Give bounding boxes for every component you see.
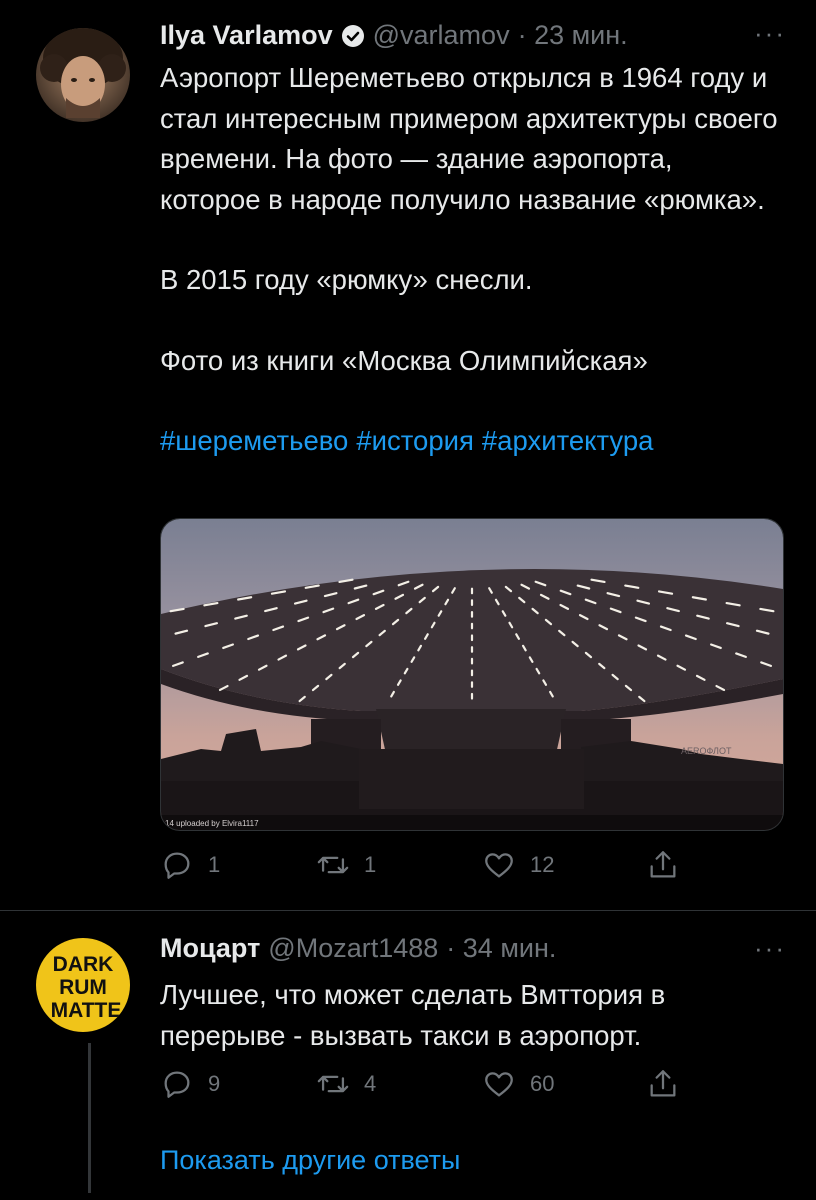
more-options-icon[interactable]: ··· [754,18,786,49]
hashtags: #шереметьево #история #архитектура [160,421,780,462]
retweet-icon [317,1075,349,1093]
retweet-button[interactable]: 4 [316,1067,376,1101]
reply-icon [164,852,190,879]
author-name[interactable]: Моцарт [160,933,260,964]
tweet-time[interactable]: · 23 мин. [518,20,628,51]
tweet-photo[interactable]: AEROФЛОТ 14 uploaded by Elvira1117 [160,518,784,831]
retweet-count: 4 [364,1071,377,1096]
like-button[interactable]: 12 [482,848,554,882]
retweet-button[interactable]: 1 [316,848,376,882]
retweet-count: 1 [364,852,377,877]
avatar-text-line: MATTE [51,999,122,1022]
share-icon [650,1070,676,1097]
author-handle[interactable]: @varlamov [373,20,510,51]
avatar-text-line: DARK [53,953,114,976]
more-options-icon[interactable]: ··· [754,933,786,964]
verified-icon [341,24,365,48]
share-button[interactable] [646,1067,694,1101]
tweet-time[interactable]: · 34 мин. [446,933,556,964]
avatar-mozart[interactable]: DARK RUM MATTE [36,938,130,1032]
hashtag-link[interactable]: #шереметьево [160,425,348,456]
tweet-paragraph: Фото из книги «Москва Олимпийская» [160,344,648,376]
reply-button[interactable]: 1 [160,848,220,882]
tweet-text: Аэропорт Шереметьево открылся в 1964 год… [160,58,780,462]
tweet-paragraph: В 2015 году «рюмку» снесли. [160,264,533,295]
like-icon [485,1072,513,1097]
author-name[interactable]: Ilya Varlamov [160,20,333,51]
hashtag-link[interactable]: #история [356,425,474,456]
tweet-actions: 1 1 12 [160,848,680,888]
tweet-paragraph: Аэропорт Шереметьево открылся в 1964 год… [160,62,778,215]
reply-button[interactable]: 9 [160,1067,220,1101]
like-count: 12 [530,852,555,877]
share-icon [650,851,676,878]
tweet-paragraph: Лучшее, что может сделать Вмттория в пер… [160,979,666,1051]
photo-watermark: 14 uploaded by Elvira1117 [165,819,259,828]
main-tweet[interactable]: Ilya Varlamov @varlamov · 23 мин. ··· Аэ… [0,0,816,905]
reply-text: Лучшее, что может сделать Вмттория в пер… [160,975,780,1056]
avatar-text-line: RUM [59,976,107,999]
reply-count: 9 [208,1071,221,1096]
thread-line [88,1043,91,1193]
reply-count: 1 [208,852,221,877]
hashtag-link[interactable]: #архитектура [482,425,654,456]
avatar-varlamov[interactable] [36,28,130,122]
like-button[interactable]: 60 [482,1067,554,1101]
photo-sign: AEROФЛОТ [681,746,732,756]
retweet-icon [317,856,349,874]
like-count: 60 [530,1071,555,1096]
author-handle[interactable]: @Mozart1488 [268,933,438,964]
like-icon [485,853,513,878]
show-more-replies-link[interactable]: Показать другие ответы [160,1145,460,1176]
reply-icon [164,1071,190,1098]
share-button[interactable] [646,848,694,882]
tweet-actions: 9 4 60 [160,1067,680,1107]
